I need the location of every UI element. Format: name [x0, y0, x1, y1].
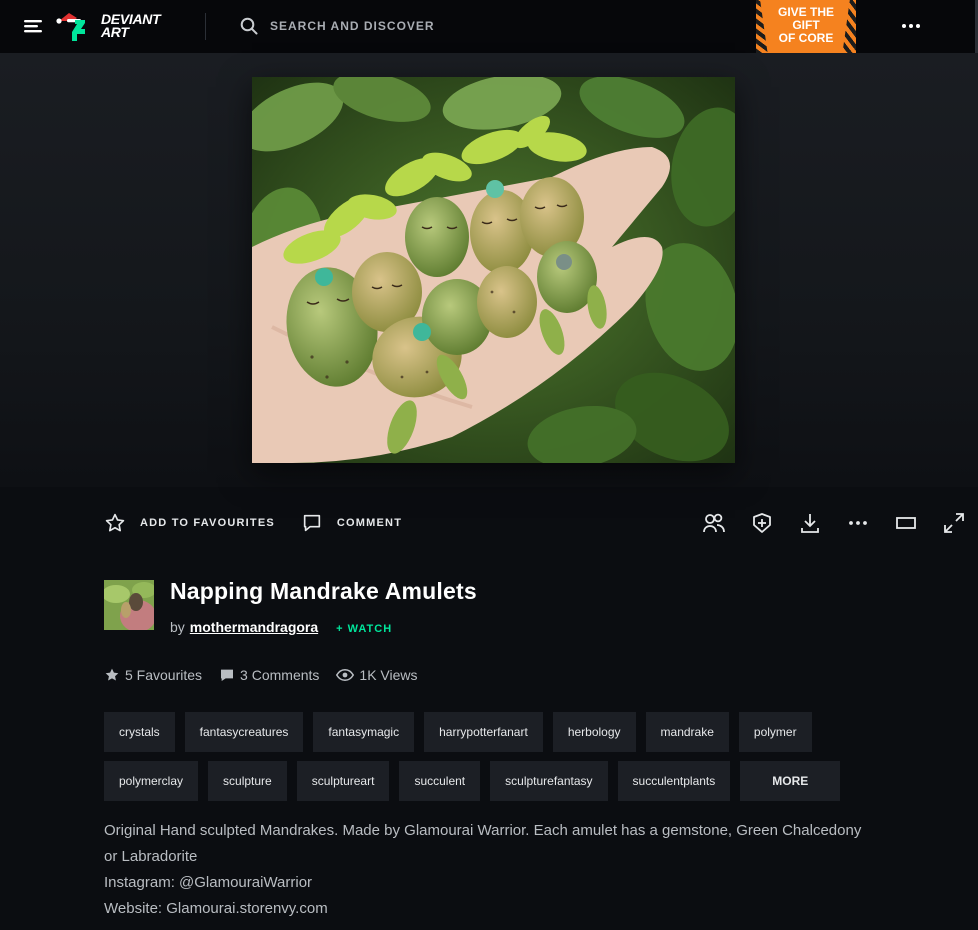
artwork-stage — [0, 53, 978, 487]
tag-chip[interactable]: herbology — [552, 712, 636, 752]
star-filled-icon — [105, 668, 119, 681]
author-avatar[interactable] — [104, 580, 154, 630]
deviantart-logo[interactable]: DEVIANT ART — [55, 9, 175, 43]
deviation-title: Napping Mandrake Amulets — [170, 578, 477, 604]
download-icon[interactable] — [798, 511, 822, 535]
watch-button[interactable]: + WATCH — [336, 623, 392, 635]
tag-chip[interactable]: mandrake — [645, 712, 729, 752]
tag-chip[interactable]: sculpture — [208, 761, 287, 801]
star-icon — [105, 513, 125, 532]
tag-chip[interactable]: sculpturefantasy — [490, 761, 608, 801]
top-bar: DEVIANT ART SEARCH AND DISCOVER GIVE THE… — [0, 0, 978, 53]
search-icon — [240, 17, 258, 35]
stats-row: 5 Favourites 3 Comments 1K Views — [104, 667, 418, 683]
comment-label: COMMENT — [336, 517, 403, 529]
logo-text: DEVIANT ART — [101, 11, 161, 40]
by-label: by — [170, 619, 185, 635]
comments-stat[interactable]: 3 Comments — [219, 667, 319, 683]
description-text: Original Hand sculpted Mandrakes. Made b… — [104, 822, 862, 865]
tag-chip[interactable]: fantasycreatures — [184, 712, 304, 752]
tag-chip[interactable]: crystals — [104, 712, 175, 752]
add-to-favourites-button[interactable]: ADD TO FAVOURITES — [104, 512, 275, 534]
instagram-text: Instagram: @GlamouraiWarrior — [104, 874, 313, 891]
more-options-icon[interactable] — [898, 16, 924, 36]
action-bar-left: ADD TO FAVOURITES COMMENT — [104, 511, 402, 535]
comment-button[interactable]: COMMENT — [301, 512, 402, 534]
tag-chip[interactable]: sculptureart — [296, 761, 390, 801]
search-bar[interactable]: SEARCH AND DISCOVER — [240, 15, 435, 37]
tag-list: crystals fantasycreatures fantasymagic h… — [104, 712, 884, 801]
fullscreen-icon[interactable] — [942, 511, 966, 535]
favourites-stat[interactable]: 5 Favourites — [104, 667, 202, 683]
description: Original Hand sculpted Mandrakes. Made b… — [104, 818, 874, 922]
tag-chip[interactable]: fantasymagic — [313, 712, 415, 752]
promo-text: GIVE THE GIFT OF CORE — [777, 5, 834, 45]
tag-chip[interactable]: succulentplants — [617, 761, 731, 801]
core-promo-banner[interactable]: GIVE THE GIFT OF CORE — [756, 0, 856, 53]
divider — [205, 13, 206, 40]
views-stat: 1K Views — [336, 667, 418, 683]
more-actions-icon[interactable] — [846, 511, 870, 535]
author-link[interactable]: mothermandragora — [190, 619, 318, 635]
more-tags-button[interactable]: MORE — [740, 761, 841, 801]
tag-chip[interactable]: polymer — [738, 712, 812, 752]
menu-icon[interactable] — [22, 15, 44, 37]
comments-count: 3 Comments — [240, 667, 320, 683]
add-to-favourites-label: ADD TO FAVOURITES — [140, 517, 275, 529]
comment-icon — [303, 514, 321, 532]
comment-filled-icon — [221, 669, 234, 681]
tag-chip[interactable]: harrypotterfanart — [424, 712, 543, 752]
share-users-icon[interactable] — [702, 511, 726, 535]
theater-mode-icon[interactable] — [894, 511, 918, 535]
artwork-image[interactable] — [252, 77, 735, 463]
deviantart-logo-icon — [56, 13, 85, 41]
eye-icon — [336, 668, 355, 682]
search-input[interactable]: SEARCH AND DISCOVER — [270, 19, 435, 33]
views-count: 1K Views — [359, 667, 418, 683]
website-text: Website: Glamourai.storenvy.com — [104, 900, 328, 917]
byline: by mothermandragora + WATCH — [170, 619, 392, 635]
favourites-count: 5 Favourites — [125, 667, 203, 683]
tag-chip[interactable]: succulent — [399, 761, 481, 801]
tag-chip[interactable]: polymerclay — [104, 761, 199, 801]
add-to-collection-icon[interactable] — [750, 511, 774, 535]
